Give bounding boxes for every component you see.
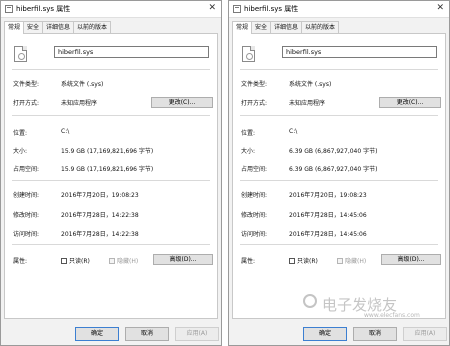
checkbox-box	[337, 257, 343, 264]
size-on-disk-value: 15.9 GB (17,169,821,696 字节)	[61, 166, 154, 173]
file-icon	[233, 5, 241, 13]
file-type-label: 文件类型:	[241, 81, 268, 88]
tab-details[interactable]: 详细信息	[270, 21, 303, 33]
accessed-value: 2016年7月28日，14:22:38	[61, 231, 139, 238]
apply-button: 应用(A)	[403, 327, 447, 341]
divider	[12, 69, 210, 70]
close-icon[interactable]: ✕	[436, 3, 444, 13]
hidden-checkbox: 隐藏(H)	[337, 256, 366, 265]
ok-button[interactable]: 确定	[303, 327, 347, 341]
divider	[240, 244, 438, 245]
checkbox-box	[109, 257, 115, 264]
size-value: 15.9 GB (17,169,821,696 字节)	[61, 148, 154, 155]
watermark-url: www.elecfans.com	[364, 312, 420, 319]
created-value: 2016年7月20日，19:08:23	[61, 192, 139, 199]
window-title: hiberfil.sys 属性	[244, 5, 299, 13]
modified-label: 修改时间:	[241, 212, 268, 219]
location-label: 位置:	[13, 130, 28, 137]
created-label: 创建时间:	[13, 192, 40, 199]
system-file-icon	[14, 46, 27, 62]
accessed-value: 2016年7月28日，14:45:06	[289, 231, 367, 238]
attributes-label: 属性:	[13, 258, 28, 265]
tab-security[interactable]: 安全	[23, 21, 44, 33]
filename-field[interactable]: hiberfil.sys	[282, 46, 437, 58]
title-bar[interactable]: hiberfil.sys 属性 ✕	[1, 1, 221, 18]
size-on-disk-label: 占用空间:	[241, 166, 268, 173]
readonly-checkbox[interactable]: 只读(R)	[289, 256, 318, 265]
readonly-checkbox[interactable]: 只读(R)	[61, 256, 90, 265]
hidden-label: 隐藏(H)	[345, 258, 367, 265]
divider	[240, 69, 438, 70]
title-bar[interactable]: hiberfil.sys 属性 ✕	[229, 1, 449, 18]
tab-bar: 常规 安全 详细信息 以前的版本	[232, 21, 340, 34]
size-value: 6.39 GB (6,867,927,040 字节)	[289, 148, 378, 155]
modified-value: 2016年7月28日，14:22:38	[61, 212, 139, 219]
hidden-label: 隐藏(H)	[117, 258, 139, 265]
readonly-label: 只读(R)	[69, 258, 90, 265]
watermark-logo-icon	[303, 294, 317, 308]
open-with-label: 打开方式:	[241, 100, 268, 107]
file-type-value: 系统文件 (.sys)	[289, 81, 332, 88]
location-value: C:\	[289, 128, 298, 135]
size-label: 大小:	[13, 148, 28, 155]
tab-general[interactable]: 常规	[4, 21, 25, 34]
tab-details[interactable]: 详细信息	[42, 21, 75, 33]
change-button[interactable]: 更改(C)...	[151, 97, 213, 108]
cancel-button[interactable]: 取消	[353, 327, 397, 341]
modified-label: 修改时间:	[13, 212, 40, 219]
properties-window-left: hiberfil.sys 属性 ✕ 常规 安全 详细信息 以前的版本 hiber…	[0, 0, 222, 346]
ok-button[interactable]: 确定	[75, 327, 119, 341]
system-file-icon	[242, 46, 255, 62]
divider	[12, 115, 210, 116]
apply-button: 应用(A)	[175, 327, 219, 341]
divider	[12, 244, 210, 245]
advanced-button[interactable]: 高级(D)...	[381, 254, 441, 265]
window-title: hiberfil.sys 属性	[16, 5, 71, 13]
open-with-label: 打开方式:	[13, 100, 40, 107]
checkbox-box[interactable]	[289, 257, 295, 264]
divider	[12, 180, 210, 181]
accessed-label: 访问时间:	[13, 231, 40, 238]
created-value: 2016年7月20日，19:08:23	[289, 192, 367, 199]
size-on-disk-label: 占用空间:	[13, 166, 40, 173]
attributes-label: 属性:	[241, 258, 256, 265]
tab-security[interactable]: 安全	[251, 21, 272, 33]
advanced-button[interactable]: 高级(D)...	[153, 254, 213, 265]
file-type-value: 系统文件 (.sys)	[61, 81, 104, 88]
size-on-disk-value: 6.39 GB (6,867,927,040 字节)	[289, 166, 378, 173]
tab-general[interactable]: 常规	[232, 21, 253, 34]
accessed-label: 访问时间:	[241, 231, 268, 238]
open-with-value: 未知应用程序	[289, 100, 326, 107]
open-with-value: 未知应用程序	[61, 100, 98, 107]
general-panel: hiberfil.sys 文件类型: 系统文件 (.sys) 打开方式: 未知应…	[232, 33, 446, 319]
divider	[240, 115, 438, 116]
general-panel: hiberfil.sys 文件类型: 系统文件 (.sys) 打开方式: 未知应…	[4, 33, 218, 319]
tab-previous-versions[interactable]: 以前的版本	[73, 21, 112, 33]
size-label: 大小:	[241, 148, 256, 155]
created-label: 创建时间:	[241, 192, 268, 199]
readonly-label: 只读(R)	[297, 258, 318, 265]
location-label: 位置:	[241, 130, 256, 137]
file-icon	[5, 5, 13, 13]
modified-value: 2016年7月28日，14:45:06	[289, 212, 367, 219]
tab-previous-versions[interactable]: 以前的版本	[301, 21, 340, 33]
divider	[240, 180, 438, 181]
cancel-button[interactable]: 取消	[125, 327, 169, 341]
change-button[interactable]: 更改(C)...	[379, 97, 441, 108]
filename-field[interactable]: hiberfil.sys	[54, 46, 209, 58]
close-icon[interactable]: ✕	[208, 3, 216, 13]
file-type-label: 文件类型:	[13, 81, 40, 88]
checkbox-box[interactable]	[61, 257, 67, 264]
tab-bar: 常规 安全 详细信息 以前的版本	[4, 21, 112, 34]
hidden-checkbox: 隐藏(H)	[109, 256, 138, 265]
location-value: C:\	[61, 128, 70, 135]
